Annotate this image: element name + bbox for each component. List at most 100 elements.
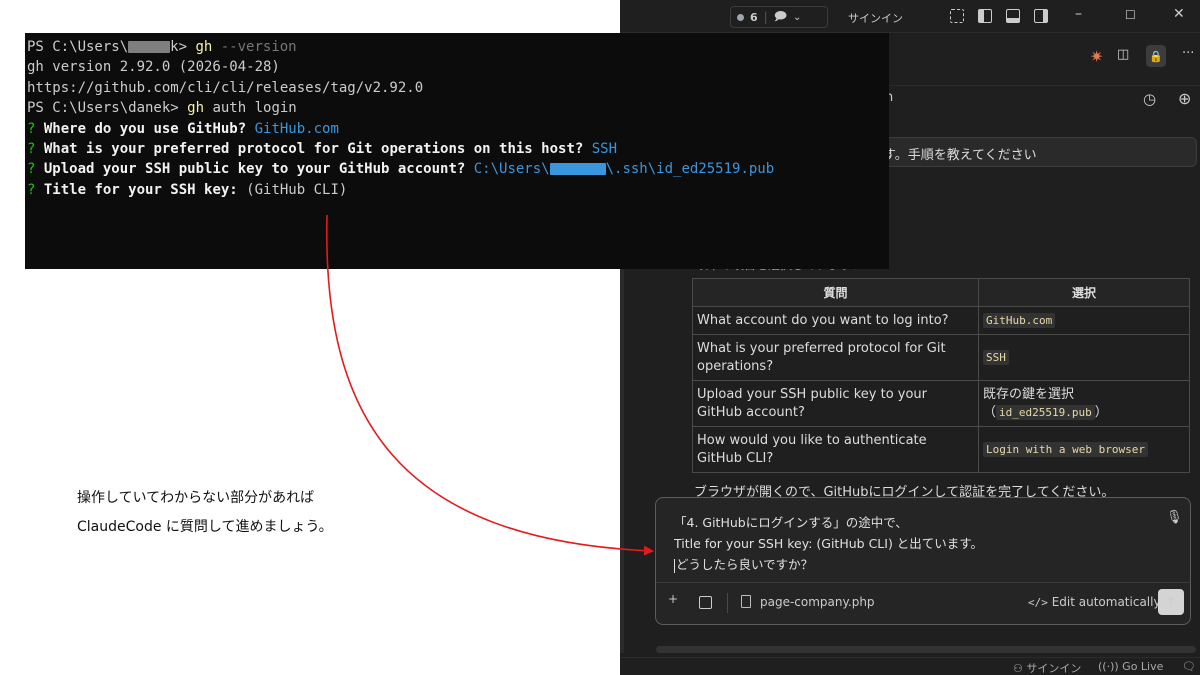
- annotation-text: 操作していてわからない部分があれば ClaudeCode に質問して進めましょう…: [77, 484, 333, 542]
- input-toolbar: + page-company.php </> Edit automaticall…: [656, 582, 1190, 624]
- powershell-terminal: PS C:\Users\ k> gh --version gh version 2.…: [25, 33, 889, 269]
- input-line-1: 「4. GitHubにログインする」の途中で、: [674, 515, 908, 530]
- command-gh: gh: [187, 100, 205, 117]
- chat-input-box[interactable]: 「4. GitHubにログインする」の途中で、 Title for your S…: [655, 497, 1191, 625]
- answers-table: 質問 選択 What account do you want to log in…: [692, 278, 1190, 473]
- table-cell-choice: 既存の鍵を選択 （id_ed25519.pub）: [978, 380, 1190, 427]
- table-cell-question: How would you like to authenticate GitHu…: [692, 426, 979, 473]
- table-cell-question: What account do you want to log into?: [692, 306, 979, 335]
- terminal-line: PS C:\Users\ k> gh --version: [27, 37, 774, 57]
- question-text: Title for your SSH key:: [35, 181, 247, 198]
- statusbar-signin[interactable]: ⚇ サインイン: [1013, 660, 1081, 675]
- table-cell-choice: GitHub.com: [978, 306, 1190, 335]
- table-row: How would you like to authenticate GitHu…: [692, 426, 1190, 473]
- terminal-question: ? Title for your SSH key: (GitHub CLI): [27, 180, 774, 200]
- customize-layout-icon[interactable]: [950, 9, 964, 23]
- question-text: What is your preferred protocol for Git …: [35, 141, 592, 158]
- terminal-output: PS C:\Users\ k> gh --version gh version 2.…: [27, 37, 774, 200]
- table-cell-choice: Login with a web browser: [978, 426, 1190, 473]
- scrollbar-thumb[interactable]: [656, 646, 1196, 653]
- terminal-question: ? Upload your SSH public key to your Git…: [27, 159, 774, 179]
- terminal-line: gh version 2.92.0 (2026-04-28): [27, 59, 280, 76]
- file-icon: [741, 595, 751, 608]
- toolbar-separator: [727, 593, 728, 613]
- input-line-3: どうしたら良いですか？: [674, 554, 983, 575]
- text-cursor: [674, 558, 675, 573]
- table-row: Upload your SSH public key to your GitHu…: [692, 380, 1190, 427]
- table-cell-question: What is your preferred protocol for Git …: [692, 334, 979, 381]
- broadcast-icon: ((·)): [1098, 660, 1119, 673]
- feedback-icon[interactable]: 🗨: [1182, 660, 1196, 673]
- terminal-question: ? Where do you use GitHub? GitHub.com: [27, 119, 774, 139]
- send-button[interactable]: ↑: [1158, 589, 1184, 615]
- command-gh: gh: [195, 39, 213, 55]
- choice-code: id_ed25519.pub: [996, 404, 1095, 420]
- choice-paren: （id_ed25519.pub）: [983, 404, 1108, 420]
- question-answer: SSH: [591, 141, 618, 158]
- ps-prompt: PS C:\Users\: [27, 39, 129, 55]
- toggle-secondary-sidebar-icon[interactable]: [1034, 9, 1048, 23]
- command-args: auth login: [204, 100, 297, 117]
- new-chat-icon[interactable]: ⊕: [1178, 89, 1191, 108]
- question-text: Upload your SSH public key to your GitHu…: [35, 161, 474, 178]
- status-bar: ⚇ サインイン ((·)) Go Live 🗨: [620, 657, 1200, 675]
- status-dot-icon: [737, 13, 744, 21]
- attached-file-name[interactable]: page-company.php: [760, 595, 875, 609]
- question-default: (GitHub CLI): [246, 181, 348, 198]
- ps-prompt-tail: k>: [170, 39, 196, 55]
- table-row: What is your preferred protocol for Git …: [692, 334, 1190, 381]
- annotation-line-1: 操作していてわからない部分があれば: [77, 490, 315, 506]
- terminal-line: PS C:\Users\danek> gh auth login: [27, 98, 774, 118]
- chat-input-text[interactable]: 「4. GitHubにログインする」の途中で、 Title for your S…: [674, 512, 983, 575]
- choice-code: GitHub.com: [983, 312, 1056, 328]
- code-icon: </>: [1028, 596, 1048, 609]
- input-line-2: Title for your SSH key: (GitHub CLI) と出て…: [674, 536, 984, 551]
- title-bar: 6 | 🗩 ⌄ サインイン – ☐ ✕: [620, 0, 1200, 33]
- annotation-line-2: ClaudeCode に質問して進めましょう。: [77, 519, 333, 535]
- separator: |: [763, 10, 768, 24]
- horizontal-scrollbar[interactable]: [620, 643, 1200, 657]
- statusbar-signin-label: サインイン: [1026, 662, 1082, 675]
- question-answer: GitHub.com: [254, 120, 339, 137]
- choice-text: 既存の鍵を選択: [983, 386, 1075, 402]
- signin-button[interactable]: サインイン: [848, 10, 903, 26]
- table-header-choice: 選択: [978, 278, 1190, 307]
- add-context-button[interactable]: +: [668, 592, 678, 606]
- question-answer-pre: C:\Users\: [473, 161, 550, 178]
- table-row: What account do you want to log into? Gi…: [692, 306, 1190, 335]
- more-actions-icon[interactable]: ···: [1182, 46, 1194, 61]
- split-view-icon[interactable]: ◫: [1117, 47, 1129, 62]
- notification-badge-group[interactable]: 6 | 🗩 ⌄: [730, 6, 828, 28]
- table-header-question: 質問: [692, 278, 979, 307]
- minimize-icon[interactable]: –: [1075, 6, 1082, 22]
- toggle-primary-sidebar-icon[interactable]: [978, 9, 992, 23]
- choice-code: Login with a web browser: [983, 441, 1148, 457]
- terminal-question: ? What is your preferred protocol for Gi…: [27, 139, 774, 159]
- chat-sparkle-icon: 🗩: [773, 8, 788, 23]
- history-icon[interactable]: ◷: [1143, 90, 1156, 108]
- close-icon[interactable]: ✕: [1173, 6, 1185, 22]
- question-answer-post: \.ssh\id_ed25519.pub: [605, 161, 775, 178]
- redacted-username: [128, 41, 171, 53]
- table-cell-choice: SSH: [978, 334, 1190, 381]
- maximize-icon[interactable]: ☐: [1125, 8, 1136, 22]
- user-message-bubble: す。手順を教えてください: [870, 137, 1197, 167]
- chevron-down-icon: ⌄: [793, 11, 802, 23]
- edit-mode-toggle[interactable]: </> Edit automatically: [1028, 595, 1161, 609]
- command-args: --version: [212, 39, 297, 55]
- edit-mode-label: Edit automatically: [1051, 595, 1161, 609]
- choice-code: SSH: [983, 349, 1009, 365]
- go-live-label: Go Live: [1122, 660, 1164, 673]
- toggle-panel-icon[interactable]: [1006, 9, 1020, 23]
- ps-prompt: PS C:\Users\danek>: [27, 100, 188, 117]
- accounts-icon: ⚇: [1013, 662, 1023, 675]
- claude-spark-icon[interactable]: ✷: [1090, 47, 1103, 66]
- question-text: Where do you use GitHub?: [35, 120, 255, 137]
- lock-icon[interactable]: 🔒: [1146, 45, 1166, 67]
- table-cell-question: Upload your SSH public key to your GitHu…: [692, 380, 979, 427]
- slash-command-icon[interactable]: [699, 596, 712, 609]
- go-live-button[interactable]: ((·)) Go Live: [1098, 660, 1163, 673]
- microphone-icon[interactable]: 🎙︎: [1166, 510, 1183, 525]
- arrow-up-icon: ↑: [1165, 595, 1177, 609]
- input-line-3-text: どうしたら良いですか？: [676, 557, 814, 572]
